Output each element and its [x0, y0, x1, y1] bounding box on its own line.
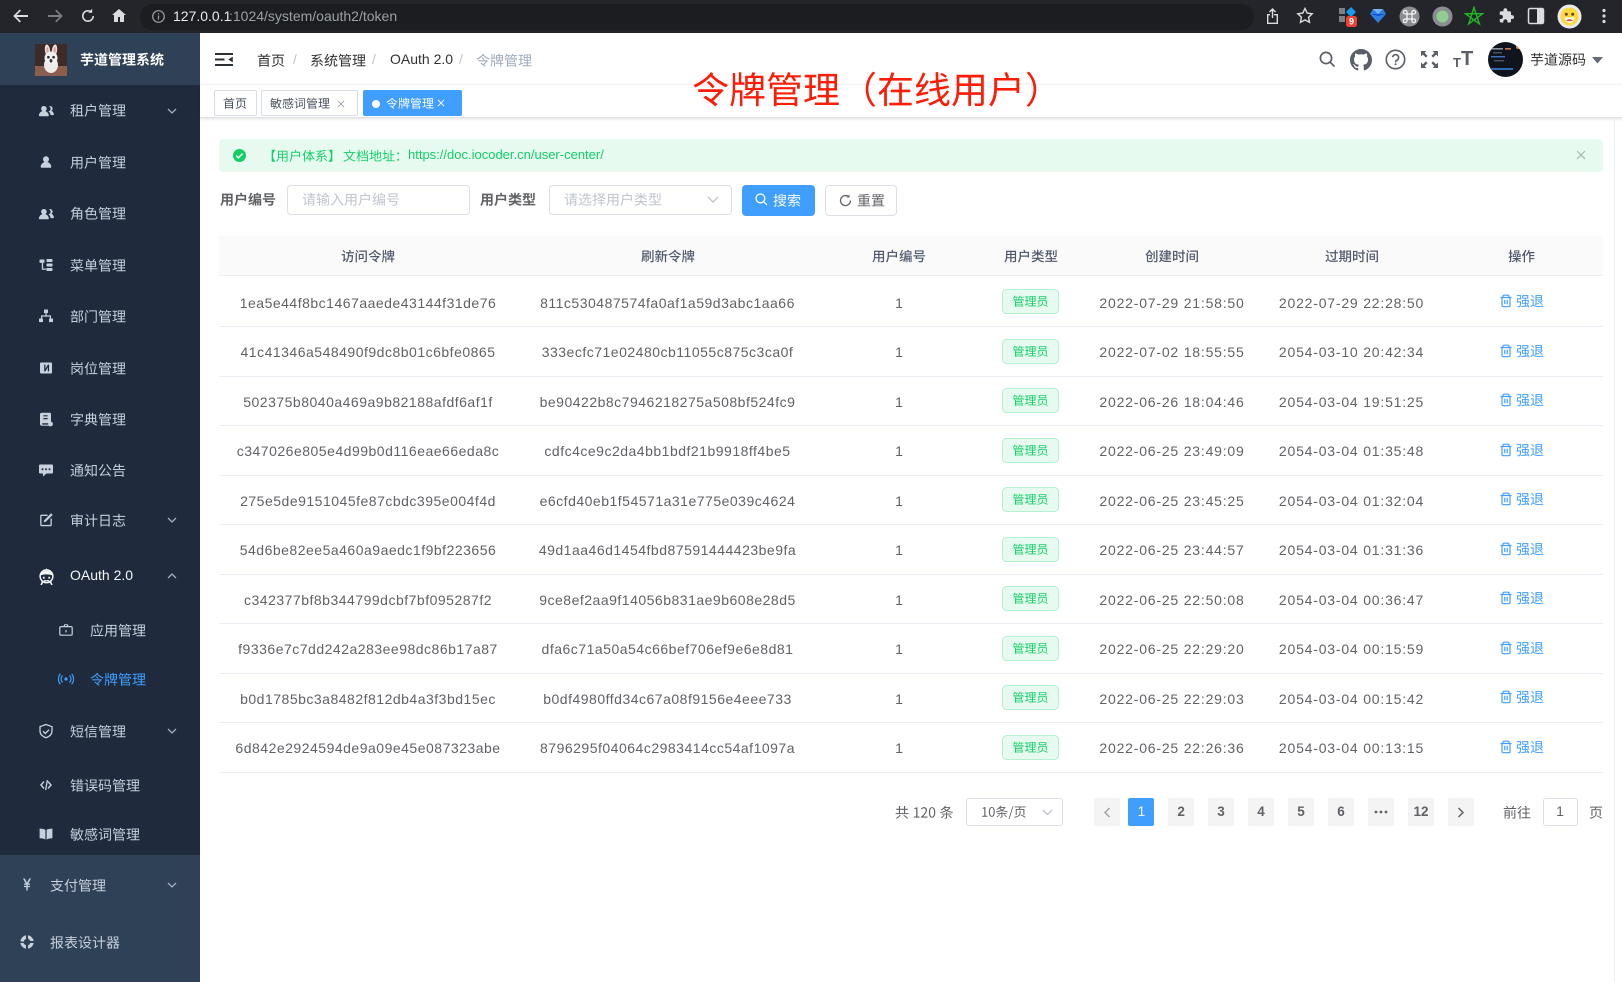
svg-text:9: 9	[1349, 17, 1354, 27]
